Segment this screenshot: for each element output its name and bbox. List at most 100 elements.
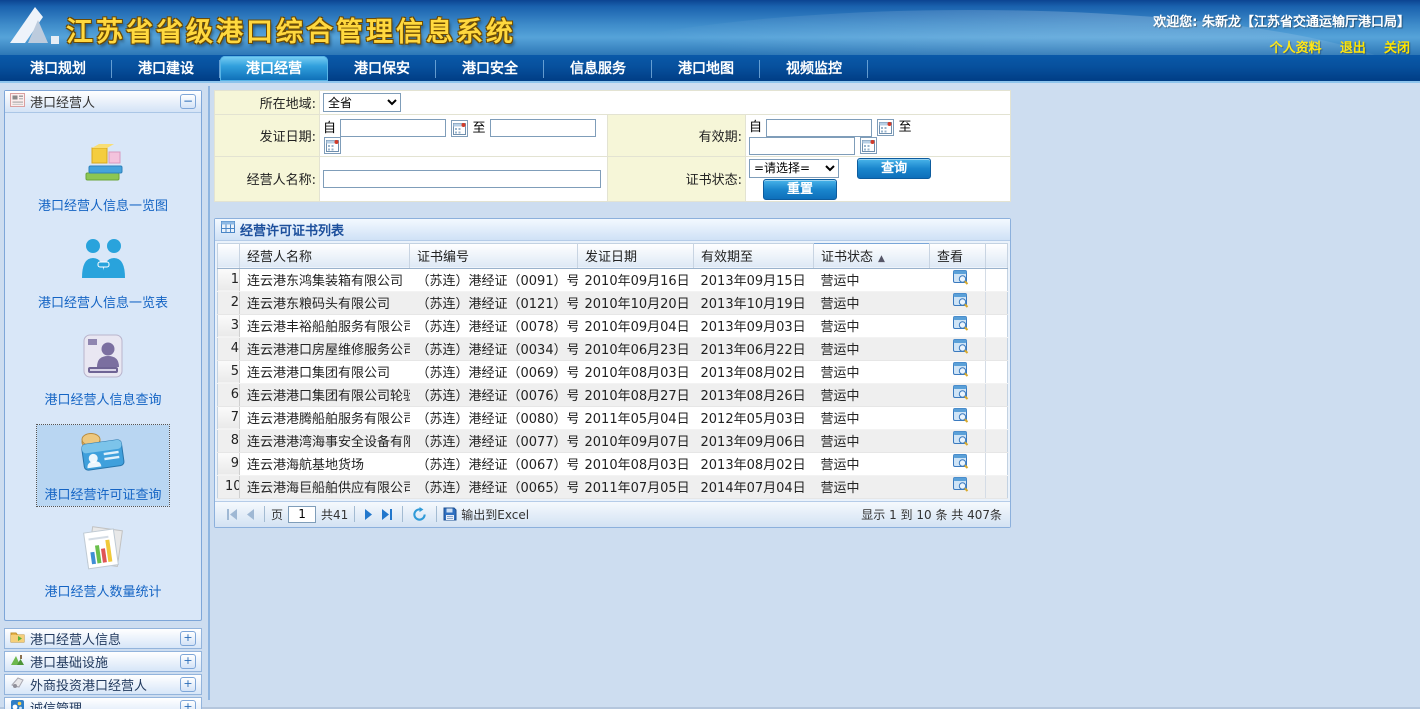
cell-operator-name: 连云港港口集团有限公司 — [240, 360, 410, 383]
cell-status: 营运中 — [814, 452, 930, 475]
tab-port-security[interactable]: 港口保安 — [328, 55, 436, 81]
integrity-icon — [10, 699, 25, 709]
table-icon — [221, 221, 235, 237]
view-magnifier-icon — [953, 293, 969, 308]
tab-video-monitor[interactable]: 视频监控 — [760, 55, 868, 81]
calendar-icon[interactable] — [324, 137, 341, 154]
cell-issue-date: 2010年08月27日 — [578, 383, 694, 406]
cell-status: 营运中 — [814, 360, 930, 383]
calendar-icon[interactable] — [877, 119, 894, 136]
close-link[interactable]: 关闭 — [1384, 41, 1410, 55]
next-page-button[interactable] — [364, 509, 374, 520]
cert-status-label: 证书状态: — [608, 156, 746, 201]
table-row[interactable]: 2 连云港东粮码头有限公司 （苏连）港经证（0121）号 2010年10月20日… — [218, 291, 1008, 314]
sidebar-item-operator-overview-table[interactable]: 港口经营人信息一览表 — [5, 220, 201, 317]
separator — [264, 506, 265, 522]
scrollbar-gutter — [986, 360, 1008, 383]
sidebar-item-operator-info-query[interactable]: 港口经营人信息查询 — [5, 317, 201, 414]
profile-link[interactable]: 个人资料 — [1270, 41, 1322, 55]
view-magnifier-icon — [953, 454, 969, 469]
table-row[interactable]: 5 连云港港口集团有限公司 （苏连）港经证（0069）号 2010年08月03日… — [218, 360, 1008, 383]
view-detail-button[interactable] — [930, 406, 986, 429]
sidebar-item-operator-overview-chart[interactable]: 港口经营人信息一览图 — [5, 123, 201, 220]
sidebar-item-foreign-investors[interactable]: 外商投资港口经营人 + — [4, 674, 202, 695]
expand-icon[interactable]: + — [180, 700, 196, 709]
first-page-button[interactable] — [226, 509, 239, 520]
issue-date-to-input[interactable] — [490, 119, 596, 137]
sidebar-panel-header: 港口经营人 − — [5, 91, 201, 113]
search-form: 所在地域: 全省 发证日期: 自 至 有效期: — [214, 90, 1011, 202]
table-row[interactable]: 8 连云港港湾海事安全设备有限... （苏连）港经证（0077）号 2010年0… — [218, 429, 1008, 452]
view-detail-button[interactable] — [930, 452, 986, 475]
col-cert-status[interactable]: 证书状态▲ — [814, 243, 930, 268]
tab-port-construction[interactable]: 港口建设 — [112, 55, 220, 81]
refresh-icon[interactable] — [412, 507, 427, 522]
table-row[interactable]: 3 连云港丰裕船舶服务有限公司 （苏连）港经证（0078）号 2010年09月0… — [218, 314, 1008, 337]
reset-button[interactable]: 重置 — [763, 179, 837, 200]
cell-valid-until: 2013年08月26日 — [694, 383, 814, 406]
calendar-icon[interactable] — [451, 120, 468, 137]
collapse-panel-button[interactable]: − — [180, 94, 196, 109]
tab-info-service[interactable]: 信息服务 — [544, 55, 652, 81]
col-cert-no[interactable]: 证书编号 — [410, 243, 578, 268]
export-excel-button[interactable]: 输出到Excel — [443, 506, 529, 523]
table-row[interactable]: 6 连云港港口集团有限公司轮驳... （苏连）港经证（0076）号 2010年0… — [218, 383, 1008, 406]
table-row[interactable]: 1 连云港东鸿集装箱有限公司 （苏连）港经证（0091）号 2010年09月16… — [218, 268, 1008, 291]
cell-operator-name: 连云港港湾海事安全设备有限... — [240, 429, 410, 452]
view-detail-button[interactable] — [930, 429, 986, 452]
cell-operator-name: 连云港丰裕船舶服务有限公司 — [240, 314, 410, 337]
table-row[interactable]: 9 连云港海航基地货场 （苏连）港经证（0067）号 2010年08月03日 2… — [218, 452, 1008, 475]
tab-port-operation[interactable]: 港口经营 — [220, 56, 328, 81]
sidebar-item-operator-statistics[interactable]: 港口经营人数量统计 — [5, 509, 201, 606]
tab-port-map[interactable]: 港口地图 — [652, 55, 760, 81]
page-number-input[interactable] — [288, 506, 316, 523]
cert-list-panel: 经营许可证书列表 经营人名称 证书编号 发证日期 有效期至 — [214, 218, 1011, 528]
view-detail-button[interactable] — [930, 314, 986, 337]
calendar-icon[interactable] — [860, 137, 877, 154]
view-detail-button[interactable] — [930, 383, 986, 406]
sidebar-item-license-query[interactable]: 港口经营许可证查询 — [5, 414, 201, 509]
view-detail-button[interactable] — [930, 360, 986, 383]
app-header: 江苏省省级港口综合管理信息系统 欢迎您: 朱新龙【江苏省交通运输厅港口局】 个人… — [0, 0, 1420, 55]
sidebar-item-integrity-management[interactable]: 诚信管理 + — [4, 697, 202, 709]
sidebar-item-operator-info[interactable]: 港口经营人信息 + — [4, 628, 202, 649]
view-detail-button[interactable] — [930, 291, 986, 314]
view-detail-button[interactable] — [930, 268, 986, 291]
expand-icon[interactable]: + — [180, 677, 196, 692]
col-operator-name[interactable]: 经营人名称 — [240, 243, 410, 268]
logout-link[interactable]: 退出 — [1340, 41, 1366, 55]
sidebar-item-label: 港口经营许可证查询 — [44, 484, 161, 503]
cert-list-title: 经营许可证书列表 — [240, 220, 344, 239]
operator-name-input[interactable] — [323, 170, 601, 188]
last-page-button[interactable] — [380, 509, 393, 520]
cell-cert-no: （苏连）港经证（0069）号 — [410, 360, 578, 383]
table-row[interactable]: 10 连云港海巨船舶供应有限公司 （苏连）港经证（0065）号 2011年07月… — [218, 475, 1008, 498]
cert-status-select[interactable]: =请选择= — [749, 159, 839, 178]
sidebar-item-port-infrastructure[interactable]: 港口基础设施 + — [4, 651, 202, 672]
cell-cert-no: （苏连）港经证（0078）号 — [410, 314, 578, 337]
expand-icon[interactable]: + — [180, 631, 196, 646]
validity-from-input[interactable] — [766, 119, 872, 137]
sort-asc-icon: ▲ — [878, 254, 885, 264]
tab-port-planning[interactable]: 港口规划 — [4, 55, 112, 81]
to-label: 至 — [472, 121, 485, 136]
table-row[interactable]: 7 连云港港腾船舶服务有限公司 （苏连）港经证（0080）号 2011年05月0… — [218, 406, 1008, 429]
search-button[interactable]: 查询 — [857, 158, 931, 179]
scrollbar-gutter — [986, 314, 1008, 337]
tab-port-safety[interactable]: 港口安全 — [436, 55, 544, 81]
col-issue-date[interactable]: 发证日期 — [578, 243, 694, 268]
view-detail-button[interactable] — [930, 337, 986, 360]
folder-icon — [10, 630, 25, 647]
col-valid-until[interactable]: 有效期至 — [694, 243, 814, 268]
foreign-investor-icon — [10, 676, 25, 693]
cell-operator-name: 连云港港口集团有限公司轮驳... — [240, 383, 410, 406]
table-row[interactable]: 4 连云港港口房屋维修服务公司 （苏连）港经证（0034）号 2010年06月2… — [218, 337, 1008, 360]
view-detail-button[interactable] — [930, 475, 986, 498]
region-select[interactable]: 全省 — [323, 93, 401, 112]
issue-date-from-input[interactable] — [340, 119, 446, 137]
validity-to-input[interactable] — [749, 137, 855, 155]
cell-issue-date: 2010年08月03日 — [578, 452, 694, 475]
prev-page-button[interactable] — [245, 509, 255, 520]
expand-icon[interactable]: + — [180, 654, 196, 669]
col-view[interactable]: 查看 — [930, 243, 986, 268]
